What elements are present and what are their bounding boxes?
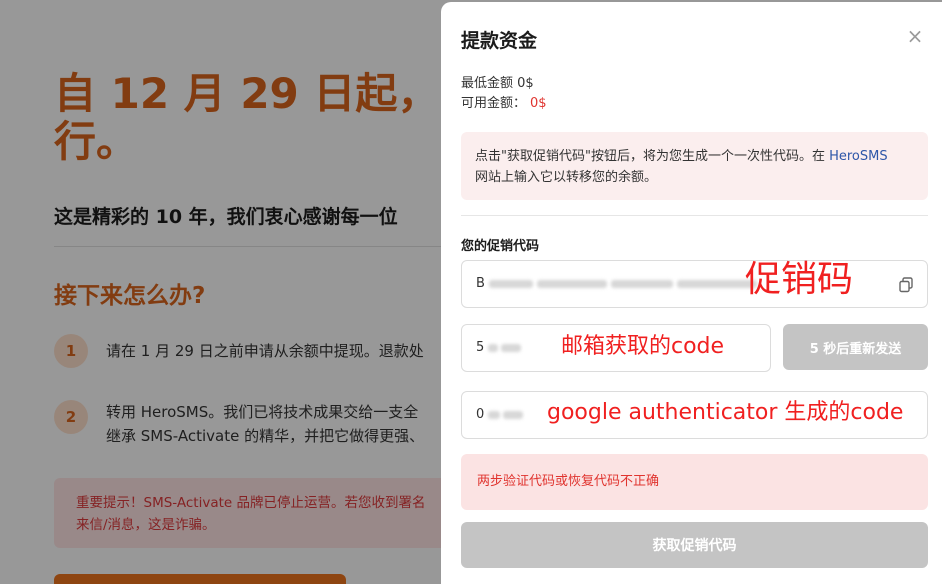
annotation-authenticator-code: google authenticator 生成的code [547, 400, 904, 425]
promo-code-value: B [476, 276, 757, 291]
notice-text: 点击"获取促销代码"按钮后，将为您生成一个一次性代码。在 [475, 149, 830, 164]
modal-title: 提款资金 [461, 30, 538, 52]
authenticator-code-value: 0 [476, 407, 524, 422]
min-amount: 最低金额 0$ [461, 76, 534, 91]
available-amount: 可用金额： 0$ [461, 92, 547, 111]
email-code-prefix: 5 [476, 340, 485, 355]
annotation-promo: 促销码 [745, 259, 854, 300]
promo-code-field[interactable]: B [461, 260, 928, 308]
promo-code-label: 您的促销代码 [461, 239, 540, 254]
annotation-email-code: 邮箱获取的code [561, 334, 725, 359]
available-value: 0$ [530, 96, 547, 111]
promo-code-prefix: B [476, 276, 485, 291]
authenticator-code-prefix: 0 [476, 407, 485, 422]
close-icon[interactable]: × [903, 24, 927, 48]
withdraw-modal: 提款资金 × 最低金额 0$ 可用金额： 0$ 点击"获取促销代码"按钮后，将为您… [441, 2, 942, 584]
copy-icon[interactable] [897, 276, 915, 294]
error-message: 两步验证代码或恢复代码不正确 [461, 454, 928, 510]
get-promo-code-button[interactable]: 获取促销代码 [461, 522, 928, 568]
herosms-link[interactable]: HeroSMS [829, 149, 888, 164]
notice-text-2: 网站上输入它以转移您的余额。 [475, 170, 658, 185]
info-notice: 点击"获取促销代码"按钮后，将为您生成一个一次性代码。在 HeroSMS 网站上… [461, 132, 928, 200]
divider [461, 215, 928, 216]
resend-code-button[interactable]: 5 秒后重新发送 [783, 324, 928, 370]
email-code-value: 5 [476, 340, 522, 355]
available-label: 可用金额： [461, 96, 527, 111]
